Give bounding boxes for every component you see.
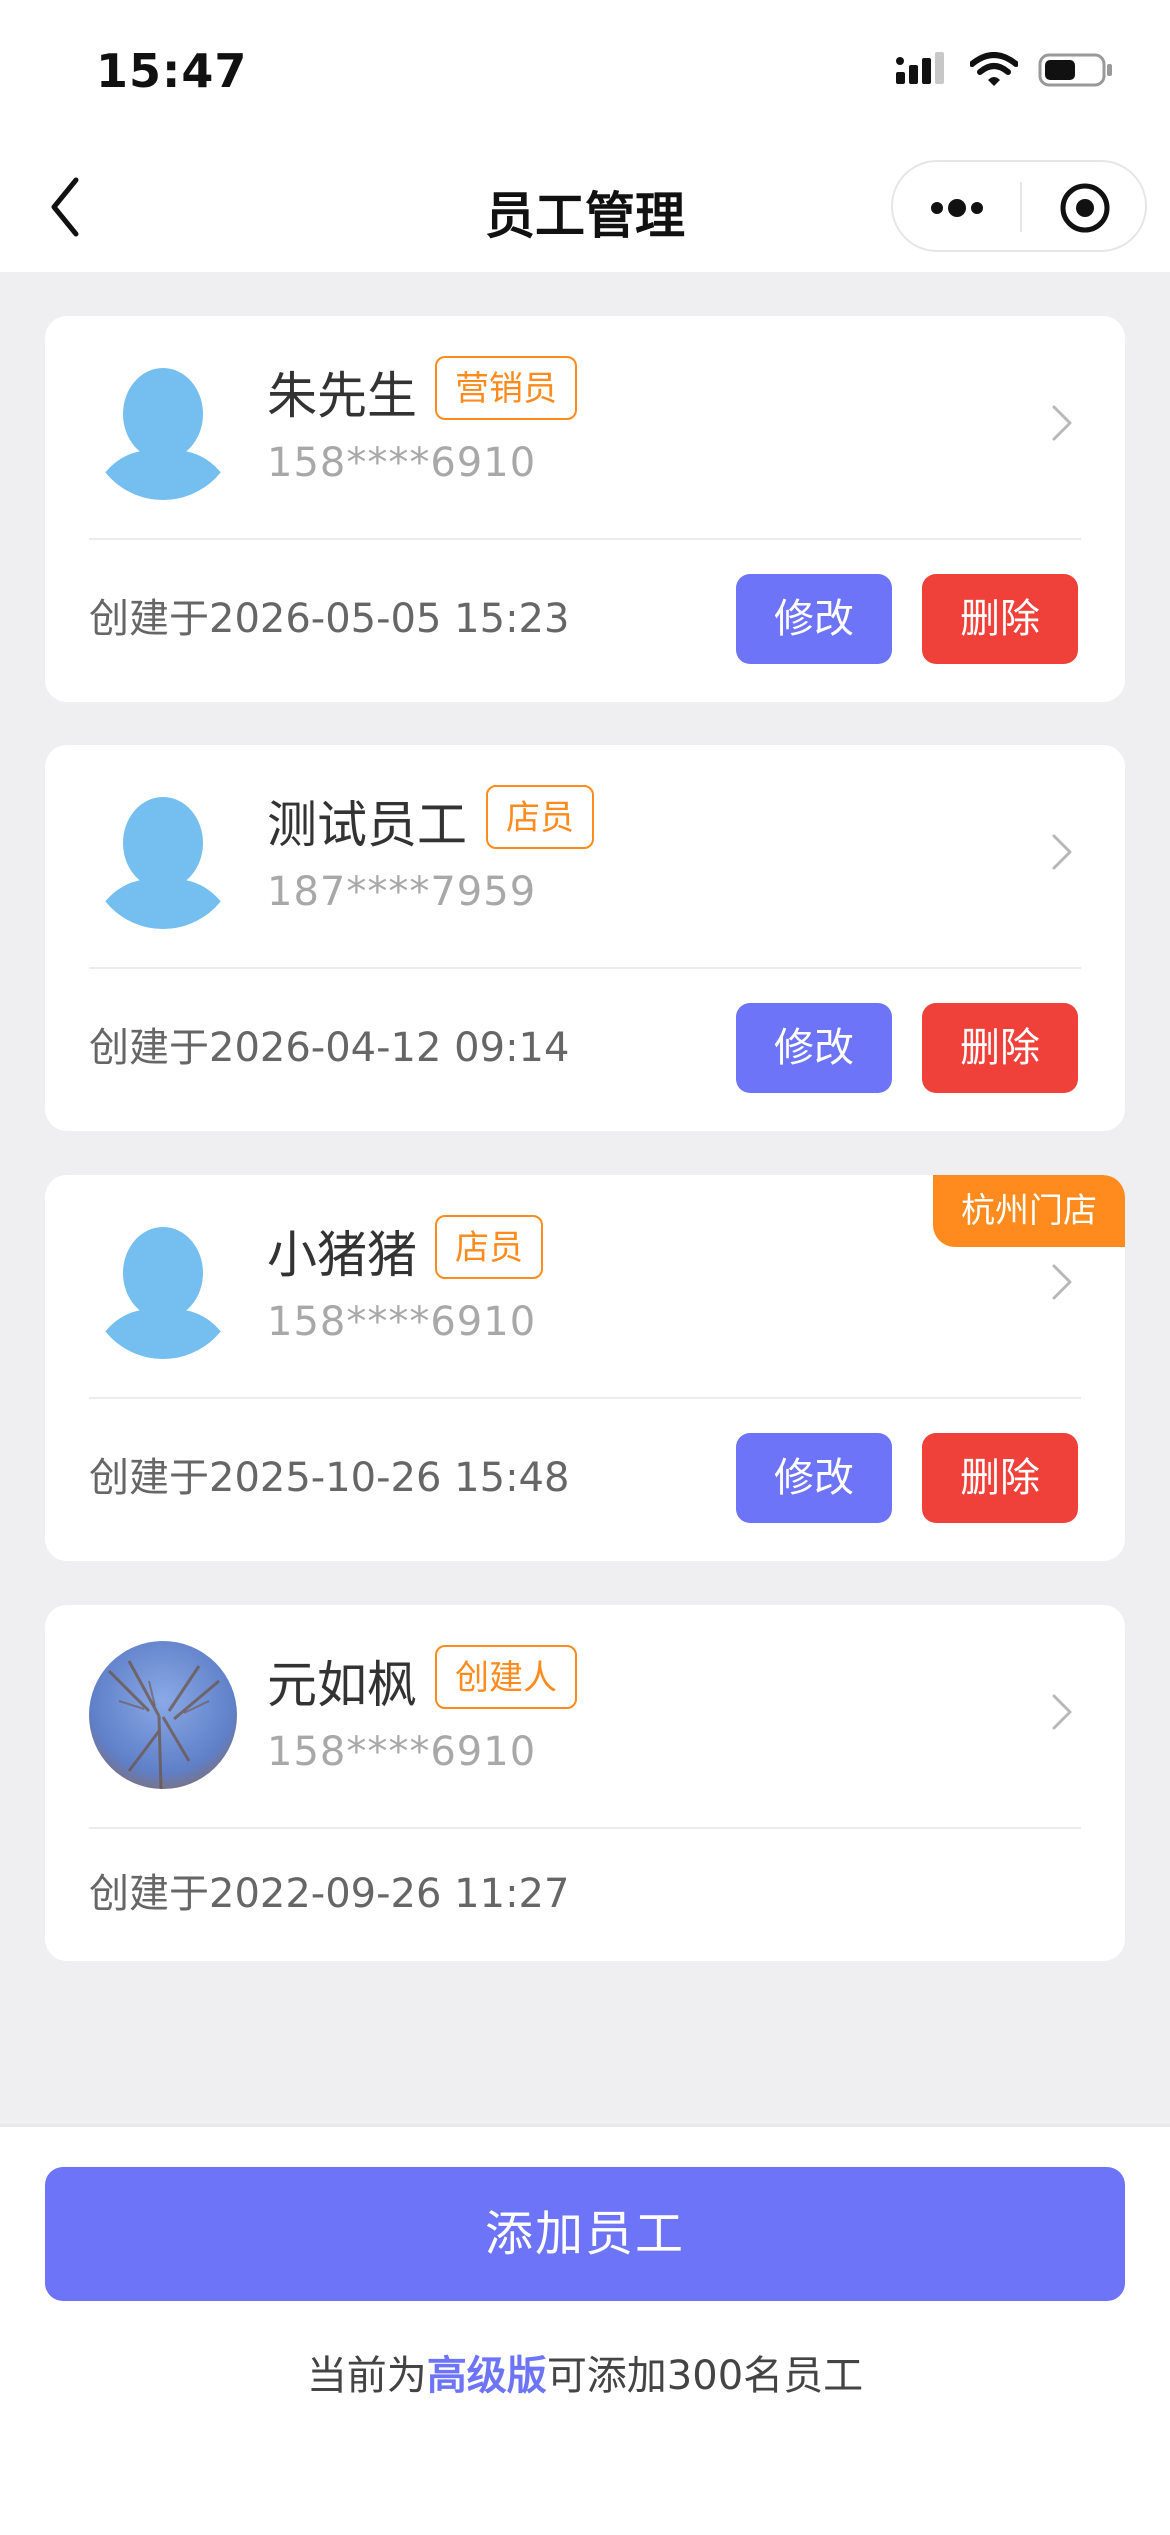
chevron-right-icon[interactable] — [1051, 1263, 1073, 1301]
plan-info: 当前为高级版可添加300名员工 — [0, 2343, 1170, 2401]
edit-button[interactable]: 修改 — [736, 1433, 892, 1523]
person-icon — [101, 1227, 225, 1359]
divider — [89, 1827, 1081, 1829]
battery-icon — [1038, 53, 1112, 87]
bottom-bar: 添加员工 当前为高级版可添加300名员工 — [0, 2124, 1170, 2535]
divider — [89, 1397, 1081, 1399]
employee-name: 小猪猪 — [267, 1226, 417, 1284]
capsule-divider — [1020, 182, 1022, 232]
tree-sky-photo-icon — [89, 1641, 237, 1789]
employee-phone: 187****7959 — [267, 869, 537, 915]
employee-phone: 158****6910 — [267, 1299, 537, 1345]
role-badge: 营销员 — [435, 356, 577, 420]
plan-name-link[interactable]: 高级版 — [427, 2353, 547, 2399]
employee-phone: 158****6910 — [267, 1729, 537, 1775]
wifi-icon — [970, 52, 1018, 86]
more-icon[interactable] — [927, 188, 987, 228]
avatar — [89, 1211, 237, 1359]
divider — [89, 967, 1081, 969]
employee-card[interactable]: 朱先生 营销员 158****6910 创建于2026-05-05 15:23 … — [45, 316, 1125, 702]
cellular-signal-icon — [896, 52, 944, 84]
plan-prefix: 当前为 — [306, 2353, 427, 2399]
employee-name: 朱先生 — [267, 367, 417, 425]
created-time: 创建于2025-10-26 15:48 — [89, 1455, 570, 1501]
plan-suffix: 可添加300名员工 — [546, 2353, 864, 2399]
delete-button[interactable]: 删除 — [922, 1003, 1078, 1093]
delete-button[interactable]: 删除 — [922, 1433, 1078, 1523]
role-badge: 创建人 — [435, 1645, 577, 1709]
edit-button[interactable]: 修改 — [736, 574, 892, 664]
person-icon — [101, 797, 225, 929]
employee-name: 元如枫 — [267, 1656, 417, 1714]
employee-phone: 158****6910 — [267, 440, 537, 486]
employee-card[interactable]: 测试员工 店员 187****7959 创建于2026-04-12 09:14 … — [45, 745, 1125, 1131]
delete-button[interactable]: 删除 — [922, 574, 1078, 664]
person-icon — [101, 368, 225, 500]
top-bar: 15:47 员工管理 — [0, 0, 1170, 272]
avatar-photo — [89, 1641, 237, 1789]
close-target-icon[interactable] — [1059, 182, 1111, 234]
role-badge: 店员 — [486, 785, 594, 849]
status-time: 15:47 — [96, 44, 248, 98]
chevron-right-icon[interactable] — [1051, 1693, 1073, 1731]
created-time: 创建于2026-04-12 09:14 — [89, 1025, 570, 1071]
mini-program-capsule — [891, 160, 1147, 252]
add-employee-button[interactable]: 添加员工 — [45, 2167, 1125, 2301]
role-badge: 店员 — [435, 1215, 543, 1279]
avatar — [89, 352, 237, 500]
chevron-right-icon[interactable] — [1051, 833, 1073, 871]
chevron-right-icon[interactable] — [1051, 404, 1073, 442]
created-time: 创建于2022-09-26 11:27 — [89, 1871, 570, 1917]
avatar — [89, 781, 237, 929]
employee-card[interactable]: 元如枫 创建人 158****6910 创建于2022-09-26 11:27 — [45, 1605, 1125, 1961]
divider — [89, 538, 1081, 540]
created-time: 创建于2026-05-05 15:23 — [89, 596, 570, 642]
employee-name: 测试员工 — [267, 796, 467, 854]
employee-card[interactable]: 小猪猪 店员 158****6910 杭州门店 创建于2025-10-26 15… — [45, 1175, 1125, 1561]
store-tag: 杭州门店 — [933, 1175, 1125, 1247]
edit-button[interactable]: 修改 — [736, 1003, 892, 1093]
status-icons — [894, 52, 1114, 88]
